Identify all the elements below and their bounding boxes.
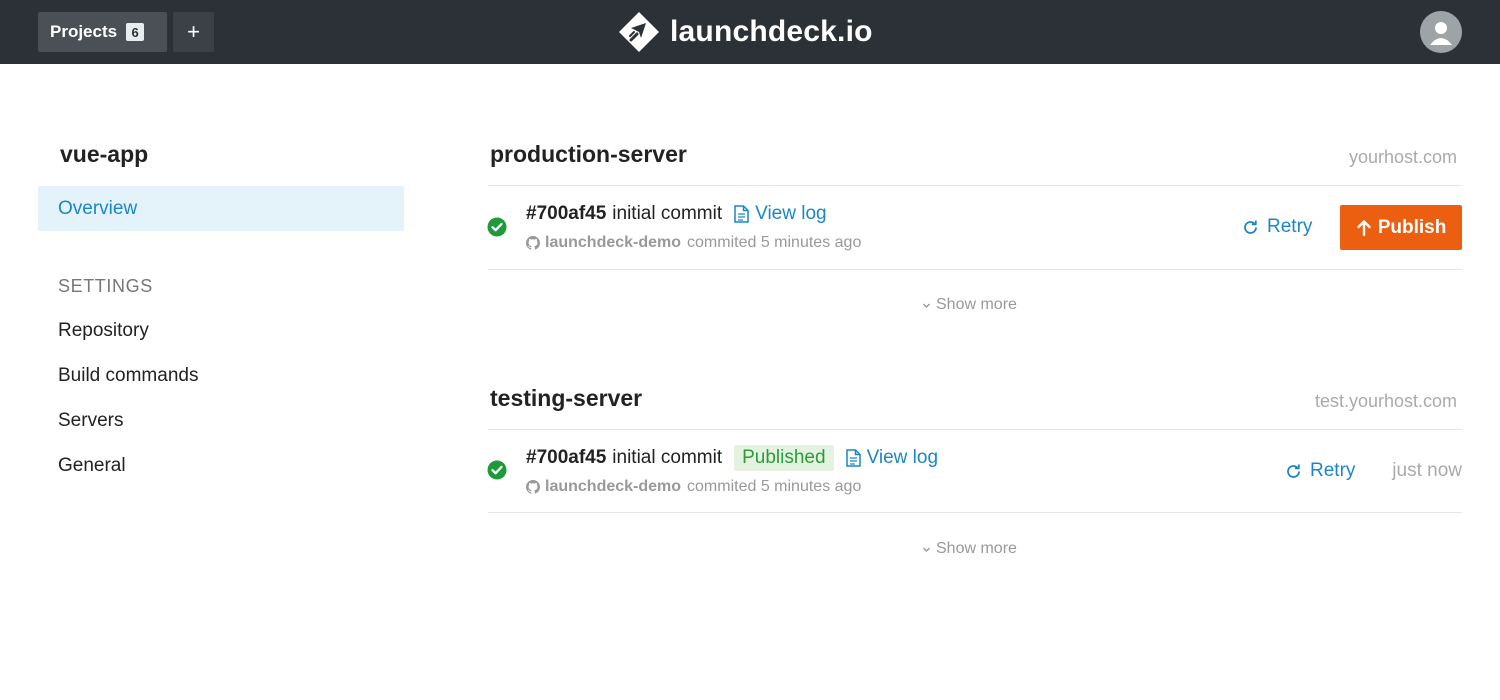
add-project-button[interactable]: + xyxy=(173,12,214,52)
show-more-button[interactable]: Show more xyxy=(922,540,1017,558)
server-host: test.yourhost.com xyxy=(1314,391,1457,411)
retry-label: Retry xyxy=(1267,216,1313,237)
publish-button[interactable]: Publish xyxy=(1340,205,1462,250)
divider xyxy=(488,185,1462,186)
sidebar-item-repository[interactable]: Repository xyxy=(58,320,149,342)
projects-label: Projects xyxy=(50,22,118,41)
commit-hash[interactable]: #700af45 xyxy=(526,447,606,469)
retry-label: Retry xyxy=(1310,460,1356,481)
user-icon xyxy=(1430,22,1452,45)
commit-author: launchdeck-demo commited 5 minutes ago xyxy=(526,234,861,252)
refresh-icon xyxy=(1287,464,1300,478)
show-more-button[interactable]: Show more xyxy=(922,296,1017,314)
launchdeck-logo-icon xyxy=(619,12,659,52)
author-name[interactable]: launchdeck-demo xyxy=(545,234,681,252)
server-title: production-server xyxy=(490,141,687,167)
show-more-label: Show more xyxy=(936,540,1017,557)
commit-message: initial commit xyxy=(612,203,723,224)
view-log-label: View log xyxy=(755,203,827,224)
refresh-icon xyxy=(1244,220,1257,234)
published-time: just now xyxy=(1392,460,1462,481)
commit-time: commited 5 minutes ago xyxy=(687,478,862,495)
view-log-link[interactable]: View log xyxy=(845,447,939,469)
github-icon xyxy=(526,480,540,494)
view-log-label: View log xyxy=(866,447,939,468)
divider xyxy=(488,429,1462,430)
sidebar-item-overview[interactable]: Overview xyxy=(38,186,404,231)
projects-button[interactable]: Projects 6 xyxy=(38,12,167,52)
top-navigation-bar: Projects 6 + launchdeck.io xyxy=(0,0,1500,64)
user-avatar[interactable] xyxy=(1420,11,1462,53)
server-host: yourhost.com xyxy=(1348,147,1457,167)
sidebar-item-general[interactable]: General xyxy=(58,455,126,477)
project-title: vue-app xyxy=(60,141,149,167)
brand-name: launchdeck.io xyxy=(670,15,873,48)
github-icon xyxy=(526,236,540,250)
document-icon xyxy=(734,205,749,223)
document-icon xyxy=(845,449,861,467)
sidebar-item-servers[interactable]: Servers xyxy=(58,410,123,432)
check-circle-icon xyxy=(487,460,507,480)
server-title: testing-server xyxy=(490,385,643,411)
divider xyxy=(488,269,1462,270)
author-name[interactable]: launchdeck-demo xyxy=(545,478,681,496)
commit-summary: #700af45 initial commit Published View l… xyxy=(526,445,938,471)
sidebar-item-build-commands[interactable]: Build commands xyxy=(58,365,198,387)
check-circle-icon xyxy=(487,217,507,237)
show-more-label: Show more xyxy=(936,296,1017,313)
retry-button[interactable]: Retry xyxy=(1285,460,1355,482)
publish-label: Publish xyxy=(1377,216,1447,238)
arrow-up-icon xyxy=(1356,219,1371,236)
projects-count-badge: 6 xyxy=(126,23,145,41)
commit-hash[interactable]: #700af45 xyxy=(526,203,606,225)
published-status-badge: Published xyxy=(734,445,834,471)
chevron-down-icon xyxy=(923,303,930,308)
settings-section-header: SETTINGS xyxy=(58,276,153,296)
brand: launchdeck.io xyxy=(618,11,873,53)
commit-summary: #700af45 initial commit View log xyxy=(526,203,827,225)
sidebar-item-label: Overview xyxy=(58,197,138,219)
commit-message: initial commit xyxy=(612,447,723,468)
retry-button[interactable]: Retry xyxy=(1242,216,1312,238)
commit-author: launchdeck-demo commited 5 minutes ago xyxy=(526,478,861,496)
view-log-link[interactable]: View log xyxy=(734,203,827,225)
divider xyxy=(488,512,1462,513)
commit-time: commited 5 minutes ago xyxy=(687,234,862,251)
chevron-down-icon xyxy=(923,547,930,552)
